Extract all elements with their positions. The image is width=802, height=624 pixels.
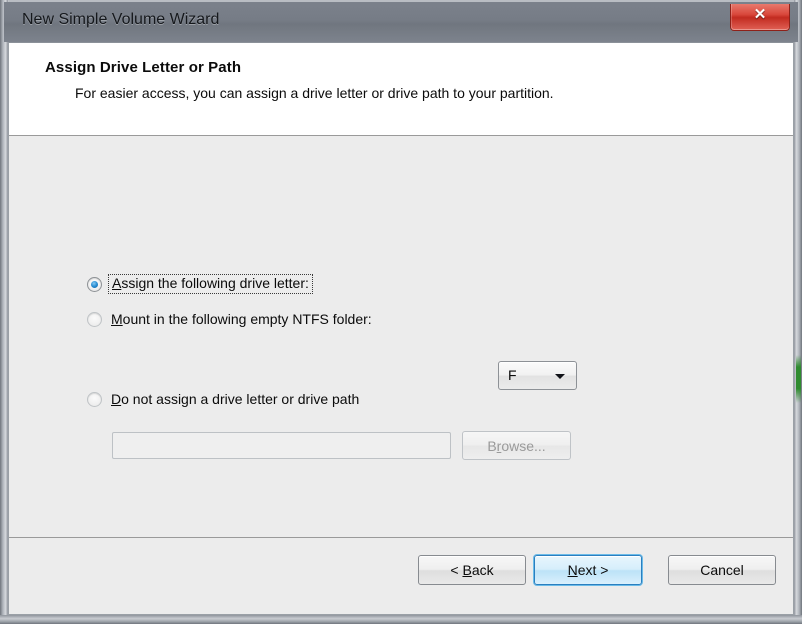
window-title: New Simple Volume Wizard (22, 11, 220, 28)
page-title: Assign Drive Letter or Path (45, 59, 242, 76)
screen-edge-artifact (796, 355, 801, 403)
radio-option-mount-folder[interactable]: Mount in the following empty NTFS folder… (87, 308, 372, 330)
wizard-body: Assign the following drive letter: Mount… (9, 137, 793, 539)
radio-label-assign-letter: Assign the following drive letter: (108, 274, 313, 294)
window-border-bottom (0, 615, 802, 624)
back-button[interactable]: < Back (418, 555, 526, 585)
radio-option-assign-letter[interactable]: Assign the following drive letter: (87, 273, 313, 295)
wizard-window: New Simple Volume Wizard ✕ Assign Drive … (0, 0, 802, 624)
wizard-footer: < Back Next > Cancel (9, 537, 793, 614)
drive-letter-select[interactable]: F (498, 361, 577, 390)
cancel-button[interactable]: Cancel (668, 555, 776, 585)
next-button[interactable]: Next > (534, 555, 642, 585)
mount-path-input[interactable] (112, 432, 451, 459)
chevron-down-icon (555, 374, 565, 379)
radio-label-no-letter: Do not assign a drive letter or drive pa… (111, 391, 360, 407)
wizard-header: Assign Drive Letter or Path For easier a… (9, 43, 793, 136)
radio-assign-letter[interactable] (87, 276, 102, 292)
close-icon: ✕ (753, 6, 767, 23)
title-bar[interactable]: New Simple Volume Wizard ✕ (4, 2, 798, 42)
radio-label-mount-folder: Mount in the following empty NTFS folder… (111, 311, 372, 327)
radio-option-no-letter[interactable]: Do not assign a drive letter or drive pa… (87, 388, 359, 410)
window-border-left (0, 0, 8, 624)
dialog-client-area: Assign Drive Letter or Path For easier a… (8, 42, 794, 615)
radio-mount-folder[interactable] (87, 311, 102, 327)
drive-letter-value: F (508, 367, 517, 383)
page-subtitle: For easier access, you can assign a driv… (75, 85, 554, 101)
close-button[interactable]: ✕ (730, 4, 790, 31)
browse-button[interactable]: Browse... (462, 431, 571, 460)
radio-no-letter[interactable] (87, 391, 102, 407)
window-border-right (794, 0, 802, 624)
